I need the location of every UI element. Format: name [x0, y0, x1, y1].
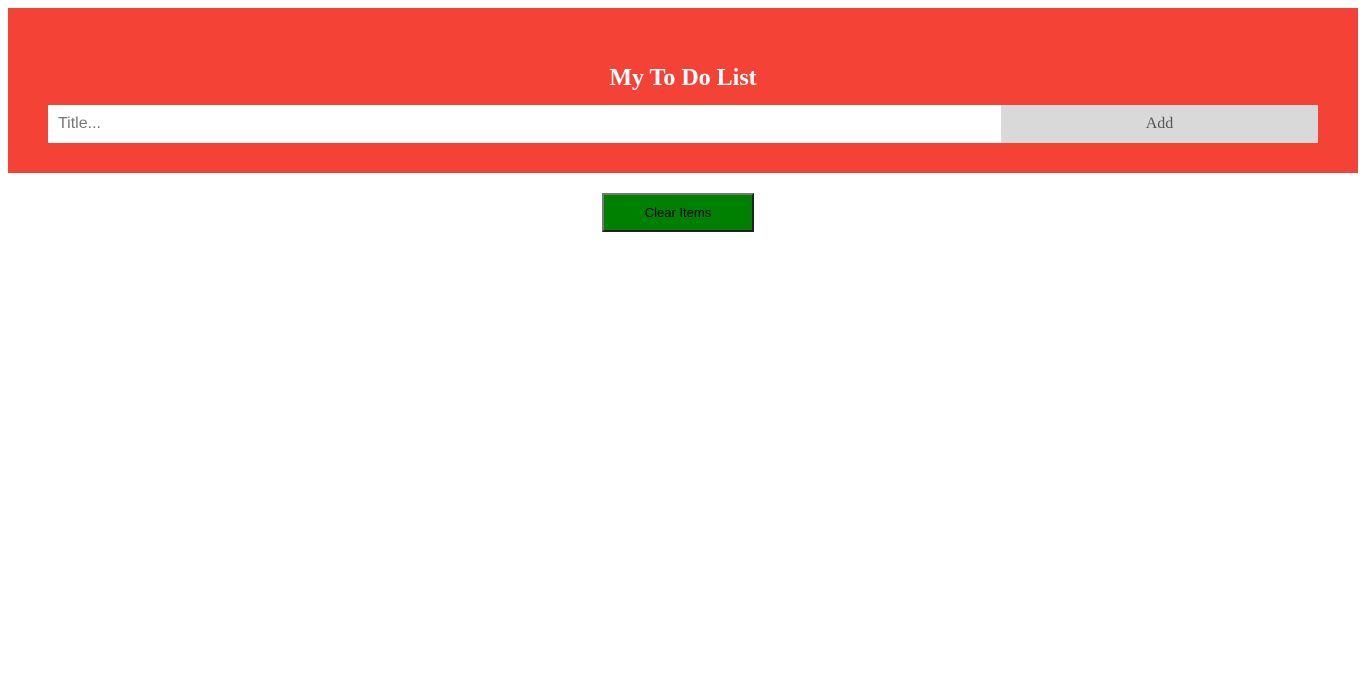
- page-title: My To Do List: [609, 65, 757, 91]
- add-button[interactable]: Add: [1001, 105, 1318, 143]
- title-input[interactable]: [48, 105, 1001, 143]
- header-panel: My To Do List Add: [8, 8, 1358, 173]
- clear-items-button[interactable]: Clear Items: [602, 193, 754, 232]
